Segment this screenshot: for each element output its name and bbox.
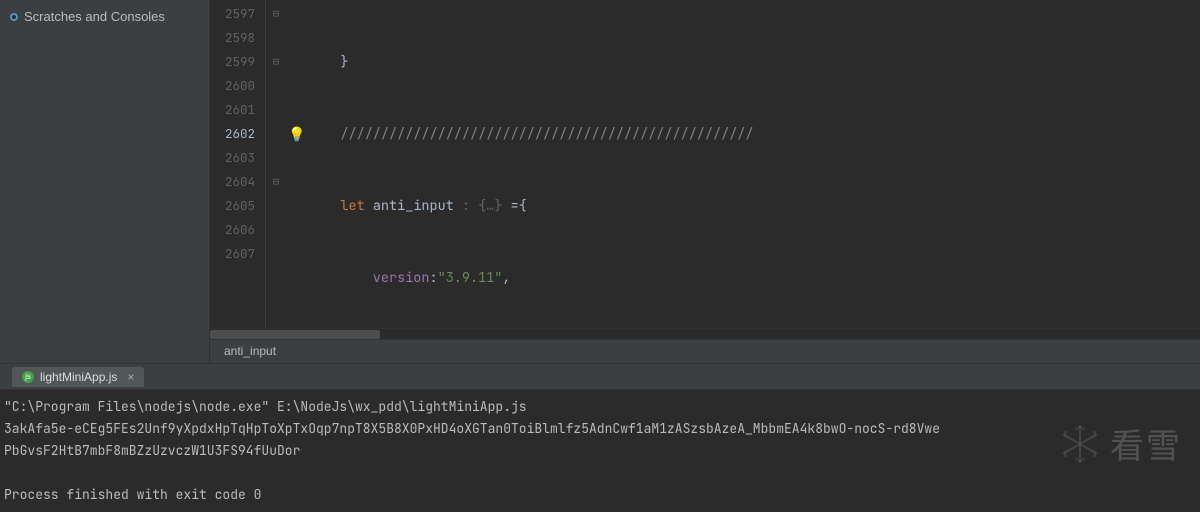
run-tab-lightminiapp[interactable]: js lightMiniApp.js × (12, 367, 144, 387)
run-tab-label: lightMiniApp.js (40, 370, 117, 384)
breadcrumb-item[interactable]: anti_input (224, 344, 276, 358)
annotation-column: 💡 (286, 0, 308, 328)
nodejs-icon: js (22, 371, 34, 383)
sidebar-item-label: Scratches and Consoles (24, 9, 165, 24)
console-output[interactable]: "C:\Program Files\nodejs\node.exe" E:\No… (0, 390, 1200, 512)
lightbulb-icon[interactable]: 💡 (286, 122, 308, 146)
scratches-icon (10, 13, 18, 21)
line-gutter: 2597 2598 2599 2600 2601 2602 2603 2604 … (210, 0, 266, 328)
breadcrumb[interactable]: anti_input (210, 339, 1200, 363)
editor: 2597 2598 2599 2600 2601 2602 2603 2604 … (210, 0, 1200, 363)
fold-mark-icon[interactable]: ⊟ (266, 2, 286, 26)
project-sidebar: Scratches and Consoles (0, 0, 210, 363)
run-tabs: js lightMiniApp.js × (0, 364, 1200, 390)
editor-hscrollbar[interactable] (210, 328, 1200, 339)
code-text[interactable]: } //////////////////////////////////////… (308, 0, 1200, 328)
close-icon[interactable]: × (127, 370, 134, 384)
sidebar-item-scratches[interactable]: Scratches and Consoles (0, 6, 209, 27)
fold-mark-icon[interactable]: ⊟ (266, 50, 286, 74)
run-tool-window: js lightMiniApp.js × "C:\Program Files\n… (0, 363, 1200, 512)
code-area[interactable]: 2597 2598 2599 2600 2601 2602 2603 2604 … (210, 0, 1200, 328)
fold-mark-icon[interactable]: ⊟ (266, 170, 286, 194)
fold-column: ⊟ ⊟ ⊟ (266, 0, 286, 328)
scrollbar-thumb[interactable] (210, 330, 380, 339)
